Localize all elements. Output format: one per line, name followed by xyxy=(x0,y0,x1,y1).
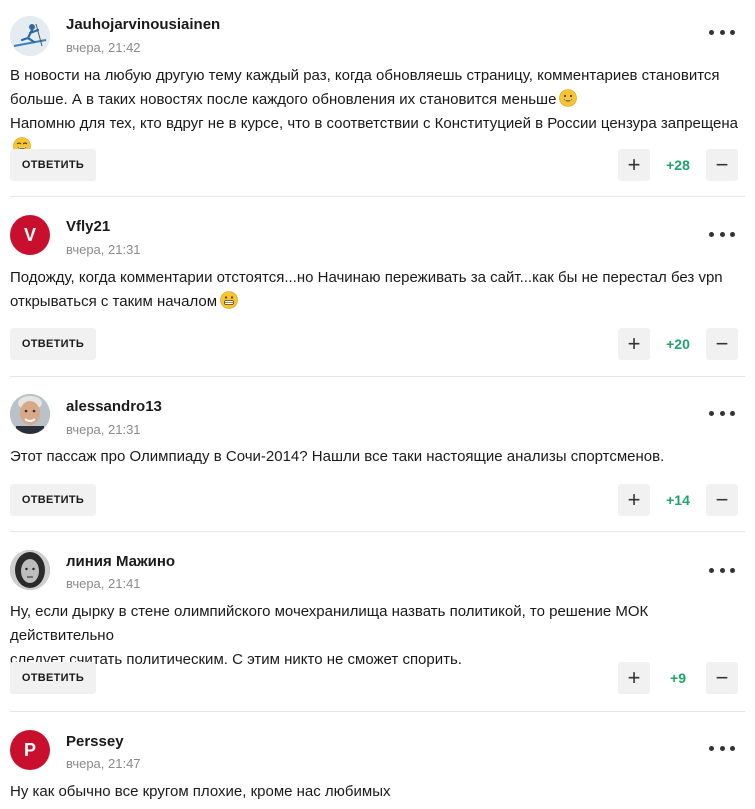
vote-score: +14 xyxy=(666,492,690,508)
man-portrait-avatar-icon[interactable] xyxy=(10,394,50,434)
comment: линия Мажино вчера, 21:41 Ну, если дырку… xyxy=(0,532,755,712)
comment-author[interactable]: alessandro13 xyxy=(66,398,162,415)
comment-time: вчера, 21:31 xyxy=(66,242,141,257)
plus-icon[interactable]: + xyxy=(618,149,650,181)
reply-button[interactable]: ОТВЕТИТЬ xyxy=(10,662,96,694)
comment: Jauhojarvinousiainen вчера, 21:42 В ново… xyxy=(0,0,755,197)
more-dots-icon[interactable] xyxy=(709,406,735,420)
vote-score: +9 xyxy=(670,670,686,686)
grinning-face-emoji-icon xyxy=(220,291,238,309)
more-dots-icon[interactable] xyxy=(709,741,735,755)
more-dots-icon[interactable] xyxy=(709,563,735,577)
comment-time: вчера, 21:41 xyxy=(66,576,141,591)
minus-icon[interactable]: − xyxy=(706,328,738,360)
comment: alessandro13 вчера, 21:31 Этот пассаж пр… xyxy=(0,377,755,532)
comment-text: В новости на любую другую тему каждый ра… xyxy=(10,64,741,160)
minus-icon[interactable]: − xyxy=(706,484,738,516)
grinning-face-emoji-icon xyxy=(559,89,578,107)
girl-portrait-avatar-icon[interactable] xyxy=(10,550,50,590)
reply-button[interactable]: ОТВЕТИТЬ xyxy=(10,149,96,181)
more-dots-icon[interactable] xyxy=(709,227,735,241)
comment-text: Подожду, когда комментарии отстоятся...н… xyxy=(10,266,741,314)
comment-text-line: Напомню для тех, кто вдруг не в курсе, ч… xyxy=(10,115,739,132)
comment-text: Ну как обычно все кругом плохие, кроме н… xyxy=(10,780,741,804)
avatar-letter[interactable]: P xyxy=(10,730,50,770)
comment-author[interactable]: Perssey xyxy=(66,733,124,750)
comment-text-line: Этот пассаж про Олимпиаду в Сочи-2014? Н… xyxy=(10,448,665,465)
plus-icon[interactable]: + xyxy=(618,328,650,360)
comment-text-line: Ну, если дырку в стене олимпийского моче… xyxy=(10,603,649,644)
comment-time: вчера, 21:31 xyxy=(66,422,141,437)
comment-text: Этот пассаж про Олимпиаду в Сочи-2014? Н… xyxy=(10,445,741,469)
comment-text-line: В новости на любую другую тему каждый ра… xyxy=(10,67,720,84)
more-dots-icon[interactable] xyxy=(709,25,735,39)
avatar-letter[interactable]: V xyxy=(10,215,50,255)
minus-icon[interactable]: − xyxy=(706,149,738,181)
plus-icon[interactable]: + xyxy=(618,484,650,516)
comment-time: вчера, 21:42 xyxy=(66,40,141,55)
minus-icon[interactable]: − xyxy=(706,662,738,694)
reply-button[interactable]: ОТВЕТИТЬ xyxy=(10,328,96,360)
comment-author[interactable]: линия Мажино xyxy=(66,553,175,570)
comment-author[interactable]: Jauhojarvinousiainen xyxy=(66,16,220,33)
comment-text-line: Ну как обычно все кругом плохие, кроме н… xyxy=(10,783,391,800)
vote-score: +28 xyxy=(666,157,690,173)
comment-text-line: больше. А в таких новостях после каждого… xyxy=(10,91,557,108)
comment: V Vfly21 вчера, 21:31 Подожду, когда ком… xyxy=(0,197,755,377)
comment-text-line: Подожду, когда комментарии отстоятся...н… xyxy=(10,269,723,286)
comment: P Perssey вчера, 21:47 Ну как обычно все… xyxy=(0,712,755,809)
skier-avatar-icon[interactable] xyxy=(10,16,50,56)
comment-text-line: открываться с таким началом xyxy=(10,293,218,310)
comment-author[interactable]: Vfly21 xyxy=(66,218,110,235)
plus-icon[interactable]: + xyxy=(618,662,650,694)
comment-time: вчера, 21:47 xyxy=(66,756,141,771)
reply-button[interactable]: ОТВЕТИТЬ xyxy=(10,484,96,516)
vote-score: +20 xyxy=(666,336,690,352)
